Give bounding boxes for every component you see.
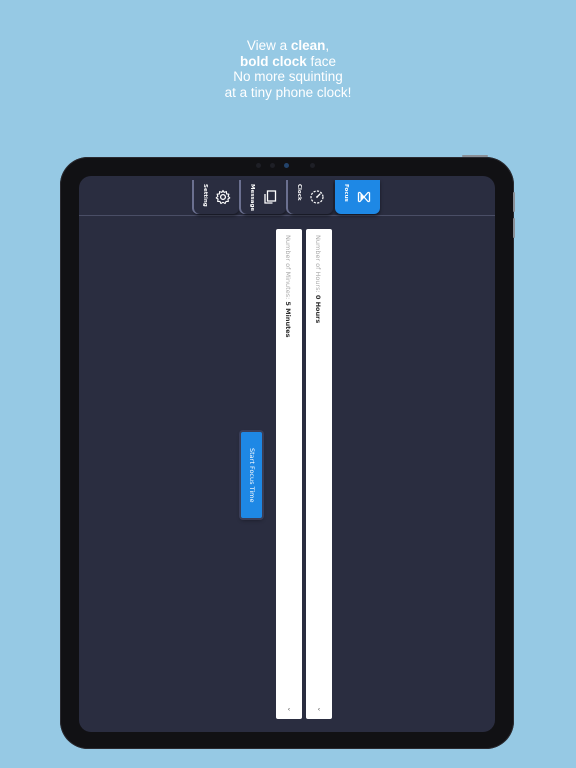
hours-field-text: Number of Hours: 0 Hours	[311, 235, 325, 323]
tab-message-label: Message	[249, 184, 255, 212]
gear-icon	[215, 189, 231, 205]
tab-clock-label: Clock	[296, 184, 302, 201]
app-screen: Setting Message Clock Focus Number of Mi…	[79, 176, 495, 732]
promo-headline: View a clean, bold clock face No more sq…	[0, 38, 576, 100]
tab-clock[interactable]: Clock	[288, 180, 333, 214]
tab-message[interactable]: Message	[241, 180, 286, 214]
minutes-field-text: Number of Minutes: 5 Minutes	[281, 235, 295, 337]
minutes-field[interactable]: Number of Minutes: 5 Minutes ‹	[276, 229, 302, 719]
minutes-label: Number of Minutes:	[284, 235, 292, 302]
start-focus-button[interactable]: Start Focus Time	[241, 432, 262, 518]
tablet-volume-button	[513, 218, 515, 238]
headline-line-2: bold clock face	[239, 53, 337, 69]
hours-value: 0 Hours	[314, 294, 322, 324]
clock-dial-icon	[310, 190, 324, 204]
minutes-value: 5 Minutes	[284, 301, 292, 338]
hourglass-icon	[357, 191, 371, 203]
hours-field[interactable]: Number of Hours: 0 Hours ‹	[306, 229, 332, 719]
headline-line-1: View a clean,	[246, 38, 330, 53]
tab-setting-label: Setting	[202, 184, 208, 207]
camera-sensor	[310, 163, 315, 168]
tab-setting[interactable]: Setting	[194, 180, 239, 214]
copy-icon	[264, 190, 277, 204]
tab-focus-label: Focus	[343, 184, 349, 202]
topbar-divider	[79, 215, 495, 216]
hours-dropdown-icon[interactable]: ‹	[316, 707, 322, 713]
camera-sensor	[270, 163, 275, 168]
tablet-volume-button	[513, 192, 515, 212]
camera-sensor	[256, 163, 261, 168]
camera-bar	[250, 161, 326, 169]
headline-line-4: at a tiny phone clock!	[224, 84, 352, 100]
tablet-side-button	[462, 155, 488, 157]
minutes-dropdown-icon[interactable]: ‹	[286, 707, 292, 713]
start-focus-button-label: Start Focus Time	[248, 447, 256, 503]
camera-lens	[284, 163, 289, 168]
headline-line-3: No more squinting	[233, 69, 343, 84]
tab-focus[interactable]: Focus	[335, 180, 380, 214]
hours-label: Number of Hours:	[314, 235, 322, 295]
